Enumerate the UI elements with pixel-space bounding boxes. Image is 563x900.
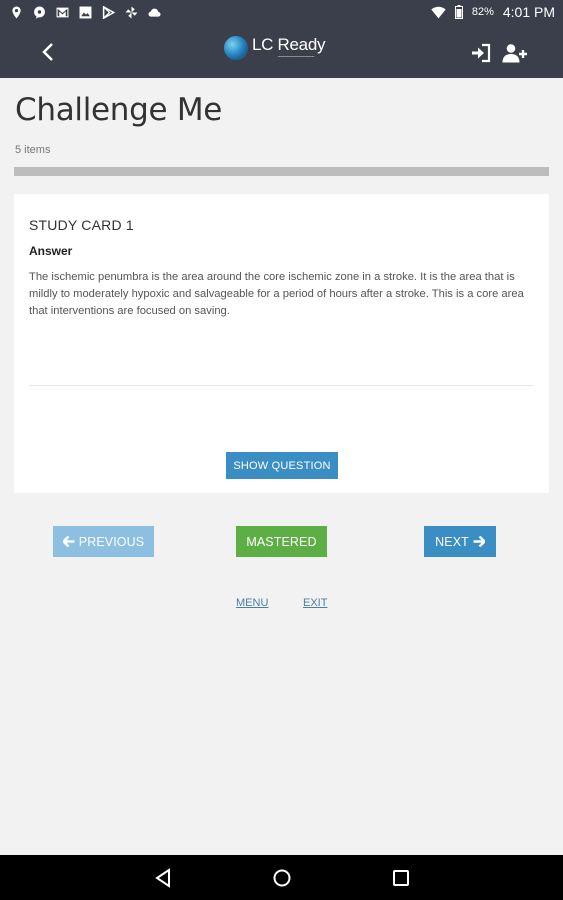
system-status: 82% 4:01 PM bbox=[431, 4, 555, 20]
progress-bar bbox=[14, 167, 549, 176]
menu-link[interactable]: MENU bbox=[236, 597, 268, 609]
add-user-button[interactable] bbox=[502, 43, 528, 63]
notification-icons bbox=[10, 5, 431, 19]
battery-icon bbox=[454, 5, 463, 19]
arrow-left-icon bbox=[62, 536, 75, 547]
system-navigation-bar bbox=[0, 855, 563, 900]
next-label: NEXT bbox=[435, 534, 469, 549]
study-card: STUDY CARD 1 Answer The ischemic penumbr… bbox=[14, 194, 549, 493]
card-subheading: Answer bbox=[29, 244, 73, 258]
play-store-icon bbox=[102, 5, 115, 19]
previous-label: PREVIOUS bbox=[78, 534, 145, 549]
page-title: Challenge Me bbox=[15, 92, 223, 128]
previous-button[interactable]: PREVIOUS bbox=[53, 526, 154, 557]
clock: 4:01 PM bbox=[502, 4, 555, 20]
pinwheel-icon bbox=[125, 6, 138, 18]
logo-title: LC Ready bbox=[252, 35, 326, 54]
next-button[interactable]: NEXT bbox=[424, 526, 496, 557]
logo-tagline-mark: ━━━━━━━━━━━━━━ bbox=[278, 54, 315, 59]
status-bar: 82% 4:01 PM bbox=[0, 0, 563, 24]
wifi-icon bbox=[431, 6, 446, 18]
sign-in-button[interactable] bbox=[470, 43, 492, 63]
back-button[interactable] bbox=[34, 38, 62, 66]
arrow-right-icon bbox=[473, 536, 485, 547]
chat-bubble-icon bbox=[34, 6, 45, 19]
card-answer-text: The ischemic penumbra is the area around… bbox=[29, 271, 524, 317]
card-heading: STUDY CARD 1 bbox=[29, 217, 134, 233]
image-icon bbox=[79, 6, 92, 18]
cloud-icon bbox=[148, 8, 161, 17]
exit-link[interactable]: EXIT bbox=[303, 597, 327, 609]
chevron-left-icon bbox=[42, 43, 53, 61]
logo-globe-icon bbox=[224, 36, 248, 60]
system-home-icon[interactable] bbox=[272, 868, 292, 888]
add-user-icon bbox=[502, 44, 527, 63]
app-bar: LC Ready ━━━━━━━━━━━━━━ bbox=[0, 24, 563, 78]
card-divider bbox=[29, 385, 534, 386]
gmail-icon bbox=[56, 7, 69, 17]
sign-in-icon bbox=[472, 43, 491, 63]
mastered-button[interactable]: MASTERED bbox=[236, 526, 327, 557]
show-question-button[interactable]: SHOW QUESTION bbox=[226, 452, 338, 479]
battery-percent: 82% bbox=[471, 6, 494, 18]
mastered-label: MASTERED bbox=[246, 534, 317, 549]
system-recents-icon[interactable] bbox=[392, 869, 410, 887]
system-back-icon[interactable] bbox=[154, 868, 174, 888]
item-count: 5 items bbox=[15, 144, 51, 156]
location-pin-icon bbox=[12, 6, 21, 18]
app-logo: LC Ready ━━━━━━━━━━━━━━ bbox=[224, 35, 326, 60]
progress-fill bbox=[14, 167, 549, 176]
